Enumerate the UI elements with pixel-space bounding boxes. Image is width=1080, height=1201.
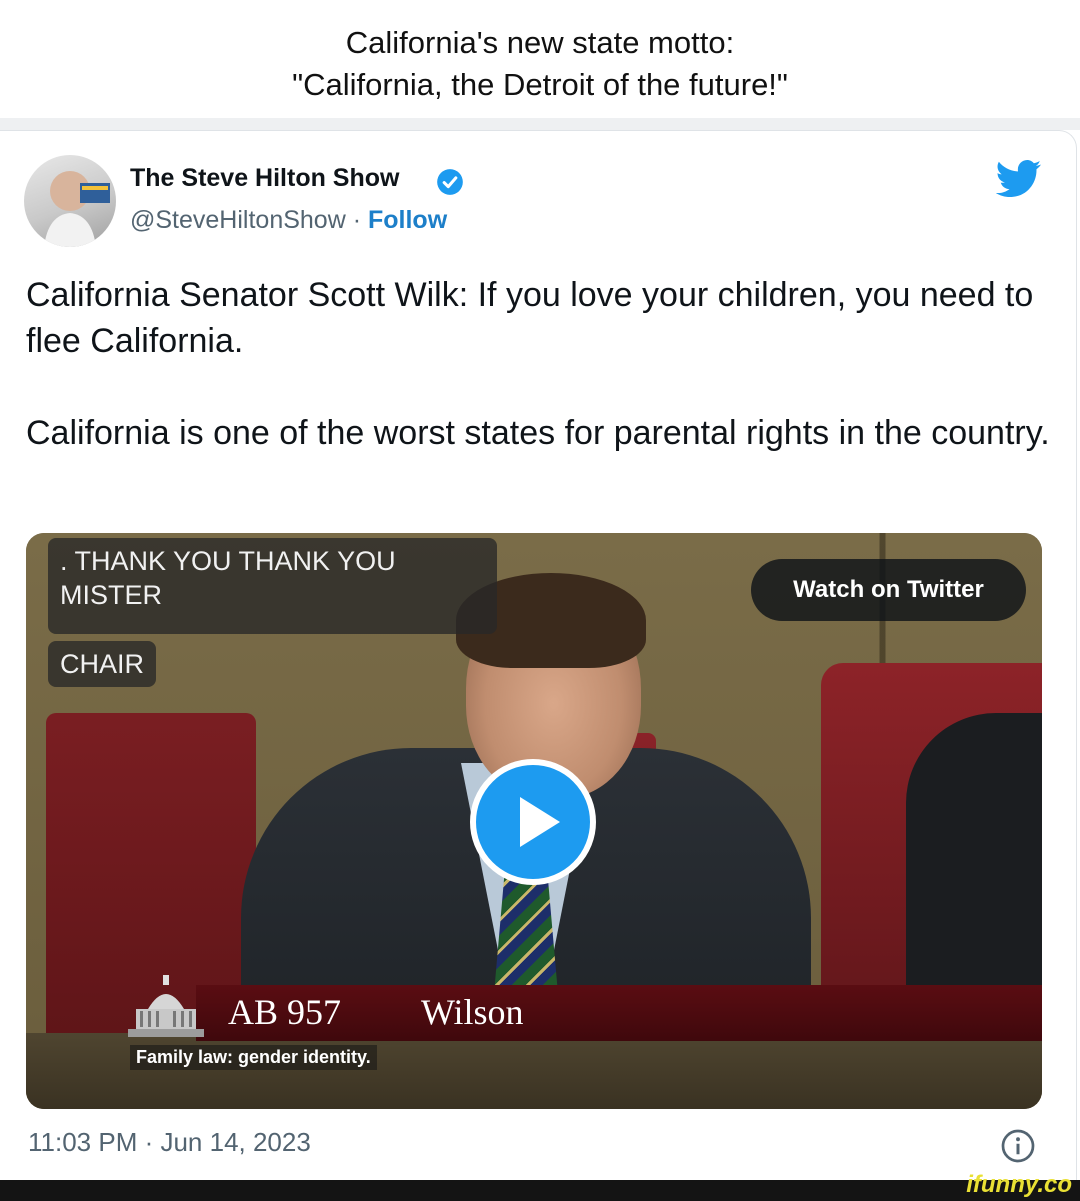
handle-separator: · <box>345 206 368 234</box>
avatar[interactable] <box>24 155 116 247</box>
watch-on-twitter-button[interactable]: Watch on Twitter <box>751 559 1026 621</box>
bill-number: AB 957 <box>228 992 342 1032</box>
caption-line-1: California's new state motto: <box>345 25 735 60</box>
tweet-timestamp[interactable]: 11:03 PM · Jun 14, 2023 <box>28 1127 311 1158</box>
tweet-paragraph-1: California Senator Scott Wilk: If you lo… <box>26 276 1034 360</box>
member-name: Wilson <box>421 992 524 1032</box>
tweet-body: California Senator Scott Wilk: If you lo… <box>26 272 1056 456</box>
separator-bar <box>0 118 1080 130</box>
bill-subject: Family law: gender identity. <box>130 1045 377 1070</box>
person-right <box>906 713 1042 1013</box>
play-icon[interactable] <box>468 757 598 887</box>
verified-badge-icon <box>437 169 463 195</box>
closed-caption-line-1: . THANK YOU THANK YOU MISTER <box>48 538 497 634</box>
closed-caption-line-2: CHAIR <box>48 641 157 687</box>
capitol-dome-icon <box>128 975 204 1037</box>
tweet-paragraph-2: California is one of the worst states fo… <box>26 414 1050 452</box>
handle-row: @SteveHiltonShow · Follow <box>130 206 447 235</box>
ifunny-watermark: ifunny.co <box>966 1171 1072 1198</box>
follow-link[interactable]: Follow <box>368 206 447 234</box>
footer-bar <box>0 1180 1080 1201</box>
twitter-bird-icon[interactable] <box>996 160 1042 198</box>
avatar-photo <box>44 171 110 247</box>
author-handle[interactable]: @SteveHiltonShow <box>130 206 346 234</box>
author-name[interactable]: The Steve Hilton Show <box>130 164 399 193</box>
caption-line-2: "California, the Detroit of the future!" <box>292 67 788 102</box>
meme-caption: California's new state motto: "Californi… <box>0 22 1080 106</box>
video-player[interactable]: AB 957 Wilson Family law: gender identit… <box>26 533 1042 1109</box>
info-icon[interactable] <box>1000 1128 1036 1164</box>
